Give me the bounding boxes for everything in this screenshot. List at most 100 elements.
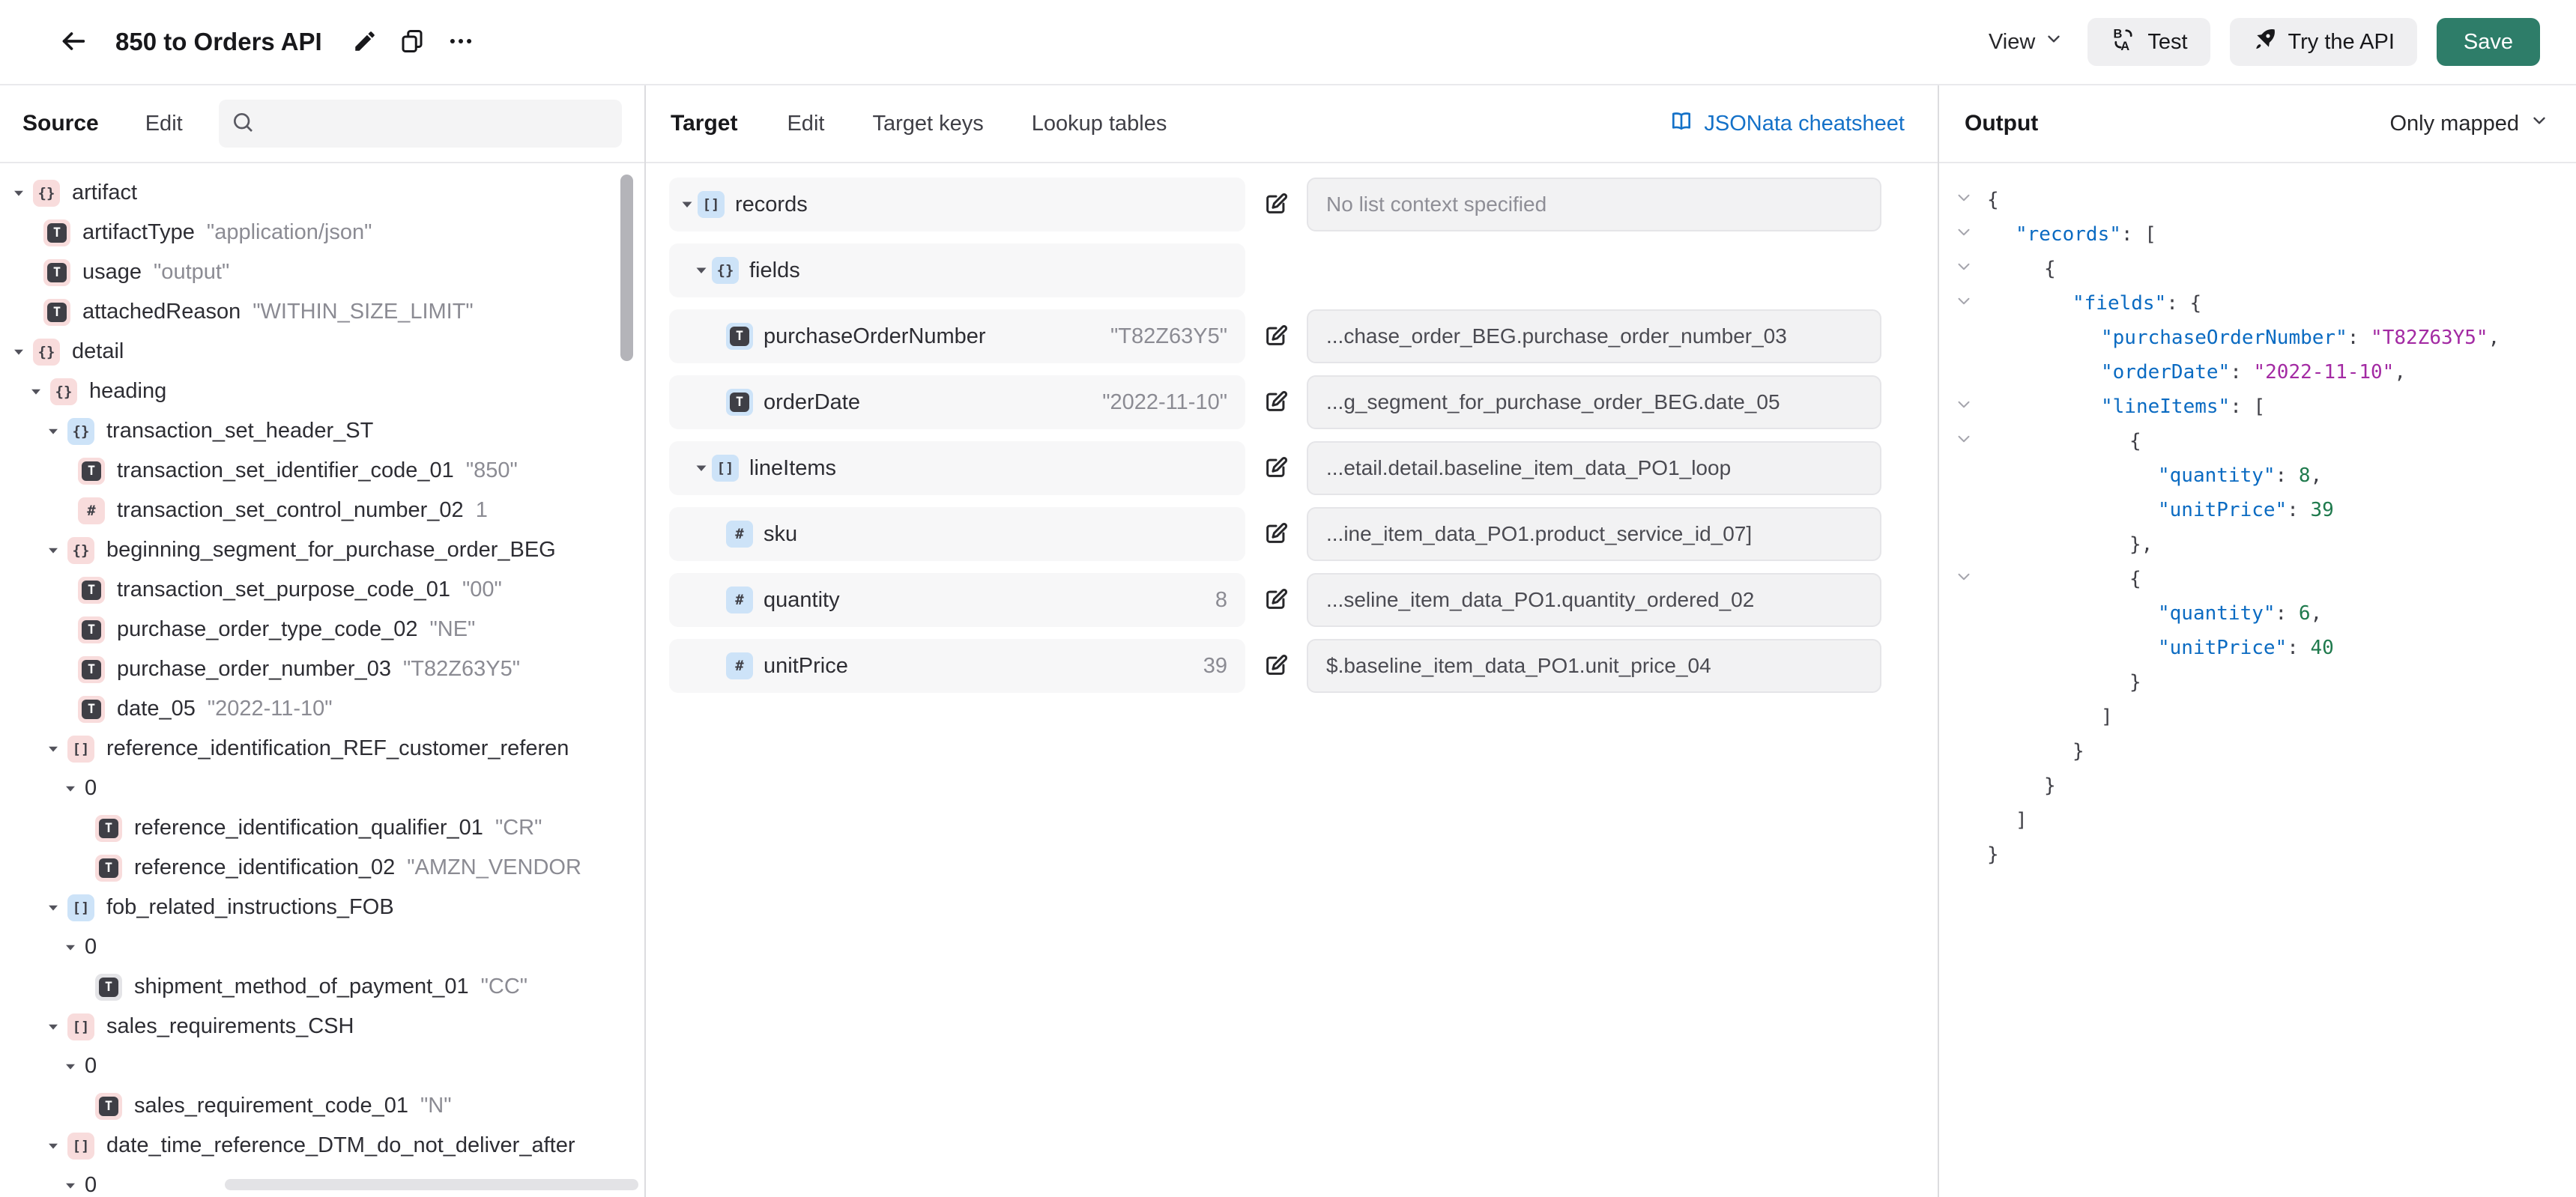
- target-node-orderDate[interactable]: TorderDate"2022-11-10": [669, 375, 1245, 429]
- expand-toggle-icon[interactable]: [10, 185, 33, 201]
- source-edit-tab[interactable]: Edit: [145, 112, 183, 136]
- target-node-quantity[interactable]: #quantity8: [669, 573, 1245, 627]
- source-node-attachedReason[interactable]: TattachedReason"WITHIN_SIZE_LIMIT": [0, 292, 644, 332]
- source-vertical-scrollbar[interactable]: [620, 175, 633, 361]
- edit-mapping-button-records[interactable]: [1263, 191, 1289, 219]
- expand-toggle-icon[interactable]: [45, 542, 67, 559]
- type-icon-object: {}: [67, 537, 94, 564]
- expand-toggle-icon[interactable]: [45, 423, 67, 440]
- source-node-0[interactable]: 0: [0, 927, 644, 967]
- collapse-chevron-icon[interactable]: [1954, 188, 1974, 213]
- source-node-label: usage: [82, 260, 142, 285]
- json-code: ]: [1987, 706, 2113, 728]
- type-icon-number: #: [726, 652, 753, 679]
- source-horizontal-scrollbar[interactable]: [225, 1179, 638, 1190]
- target-node-unitPrice[interactable]: #unitPrice39: [669, 639, 1245, 693]
- source-node-beginning_segment_for_purchase_order_BEG[interactable]: {}beginning_segment_for_purchase_order_B…: [0, 530, 644, 570]
- edit-mapping-button-lineItems[interactable]: [1263, 455, 1289, 482]
- jsonata-cheatsheet-link[interactable]: JSONata cheatsheet: [1669, 109, 1905, 139]
- rename-button[interactable]: [342, 21, 388, 64]
- collapse-chevron-icon[interactable]: [1954, 222, 1974, 247]
- source-search-input[interactable]: [264, 111, 610, 136]
- expand-toggle-icon[interactable]: [62, 939, 85, 956]
- expression-text: ...chase_order_BEG.purchase_order_number…: [1326, 324, 1787, 348]
- source-node-artifact[interactable]: {}artifact: [0, 173, 644, 213]
- duplicate-button[interactable]: [388, 20, 436, 64]
- edit-mapping-button-orderDate[interactable]: [1263, 389, 1289, 416]
- json-gutter: [1954, 291, 1987, 316]
- output-filter-dropdown[interactable]: Only mapped: [2390, 111, 2550, 136]
- source-node-heading[interactable]: {}heading: [0, 372, 644, 411]
- source-tree: {}artifactTartifactType"application/json…: [0, 163, 644, 1197]
- source-node-purchase_order_number_03[interactable]: Tpurchase_order_number_03"T82Z63Y5": [0, 649, 644, 689]
- source-node-label: transaction_set_header_ST: [106, 419, 373, 443]
- source-node-artifactType[interactable]: TartifactType"application/json": [0, 213, 644, 252]
- edit-mapping-button-unitPrice[interactable]: [1263, 652, 1289, 680]
- expand-toggle-icon[interactable]: [10, 344, 33, 360]
- expand-toggle-icon[interactable]: [62, 781, 85, 797]
- expand-toggle-icon[interactable]: [678, 196, 698, 213]
- string-glyph: T: [99, 978, 118, 997]
- expression-input-lineItems[interactable]: ...etail.detail.baseline_item_data_PO1_l…: [1307, 441, 1881, 495]
- source-search-box[interactable]: [219, 100, 622, 148]
- target-node-fields[interactable]: {}fields: [669, 243, 1245, 297]
- expression-input-quantity[interactable]: ...seline_item_data_PO1.quantity_ordered…: [1307, 573, 1881, 627]
- source-node-transaction_set_header_ST[interactable]: {}transaction_set_header_ST: [0, 411, 644, 451]
- source-node-reference_identification_02[interactable]: Treference_identification_02"AMZN_VENDOR: [0, 848, 644, 888]
- target-tab-lookup-tables[interactable]: Lookup tables: [1032, 112, 1167, 136]
- target-tab-edit[interactable]: Edit: [787, 112, 824, 136]
- collapse-chevron-icon[interactable]: [1954, 429, 1974, 454]
- expand-toggle-icon[interactable]: [28, 384, 50, 400]
- target-node-records[interactable]: []records: [669, 178, 1245, 231]
- source-node-reference_identification_REF_customer_referen[interactable]: []reference_identification_REF_customer_…: [0, 729, 644, 769]
- edit-mapping-button-purchaseOrderNumber[interactable]: [1263, 323, 1289, 351]
- source-node-transaction_set_control_number_02[interactable]: #transaction_set_control_number_021: [0, 491, 644, 530]
- expand-toggle-icon[interactable]: [45, 1138, 67, 1154]
- collapse-chevron-icon[interactable]: [1954, 567, 1974, 592]
- expression-input-records[interactable]: No list context specified: [1307, 178, 1881, 231]
- source-node-date_time_reference_DTM_do_not_deliver_after[interactable]: []date_time_reference_DTM_do_not_deliver…: [0, 1126, 644, 1166]
- try-api-button[interactable]: Try the API: [2230, 18, 2417, 66]
- target-node-sku[interactable]: #sku: [669, 507, 1245, 561]
- source-node-reference_identification_qualifier_01[interactable]: Treference_identification_qualifier_01"C…: [0, 808, 644, 848]
- expand-toggle-icon[interactable]: [45, 741, 67, 757]
- expression-input-sku[interactable]: ...ine_item_data_PO1.product_service_id_…: [1307, 507, 1881, 561]
- collapse-chevron-icon[interactable]: [1954, 395, 1974, 419]
- expression-input-unitPrice[interactable]: $.baseline_item_data_PO1.unit_price_04: [1307, 639, 1881, 693]
- expand-toggle-icon[interactable]: [62, 1178, 85, 1194]
- source-node-sales_requirement_code_01[interactable]: Tsales_requirement_code_01"N": [0, 1086, 644, 1126]
- expand-toggle-icon[interactable]: [692, 459, 712, 477]
- more-options-button[interactable]: [436, 19, 486, 65]
- back-button[interactable]: [48, 19, 99, 66]
- target-tab-target-keys[interactable]: Target keys: [872, 112, 983, 136]
- source-node-purchase_order_type_code_02[interactable]: Tpurchase_order_type_code_02"NE": [0, 610, 644, 649]
- source-node-0[interactable]: 0: [0, 1046, 644, 1086]
- collapse-chevron-icon[interactable]: [1954, 257, 1974, 282]
- target-node-purchaseOrderNumber[interactable]: TpurchaseOrderNumber"T82Z63Y5": [669, 309, 1245, 363]
- source-node-date_05[interactable]: Tdate_05"2022-11-10": [0, 689, 644, 729]
- source-node-transaction_set_purpose_code_01[interactable]: Ttransaction_set_purpose_code_01"00": [0, 570, 644, 610]
- collapse-chevron-icon[interactable]: [1954, 291, 1974, 316]
- string-glyph: T: [82, 660, 101, 679]
- source-node-transaction_set_identifier_code_01[interactable]: Ttransaction_set_identifier_code_01"850": [0, 451, 644, 491]
- expand-toggle-icon[interactable]: [45, 900, 67, 916]
- source-node-usage[interactable]: Tusage"output": [0, 252, 644, 292]
- source-node-0[interactable]: 0: [0, 769, 644, 808]
- expand-toggle-icon[interactable]: [45, 1019, 67, 1035]
- source-node-shipment_method_of_payment_01[interactable]: Tshipment_method_of_payment_01"CC": [0, 967, 644, 1007]
- json-code: {: [1987, 568, 2141, 590]
- source-node-detail[interactable]: {}detail: [0, 332, 644, 372]
- expression-input-purchaseOrderNumber[interactable]: ...chase_order_BEG.purchase_order_number…: [1307, 309, 1881, 363]
- json-code: }: [1987, 775, 2056, 797]
- save-button[interactable]: Save: [2437, 18, 2540, 66]
- edit-mapping-button-sku[interactable]: [1263, 521, 1289, 548]
- expand-toggle-icon[interactable]: [692, 261, 712, 279]
- target-node-lineItems[interactable]: []lineItems: [669, 441, 1245, 495]
- expand-toggle-icon[interactable]: [62, 1058, 85, 1075]
- view-dropdown[interactable]: View: [1984, 28, 2068, 55]
- source-node-fob_related_instructions_FOB[interactable]: []fob_related_instructions_FOB: [0, 888, 644, 927]
- test-button[interactable]: B A Test: [2087, 18, 2210, 66]
- edit-mapping-button-quantity[interactable]: [1263, 587, 1289, 614]
- source-node-sales_requirements_CSH[interactable]: []sales_requirements_CSH: [0, 1007, 644, 1046]
- expression-input-orderDate[interactable]: ...g_segment_for_purchase_order_BEG.date…: [1307, 375, 1881, 429]
